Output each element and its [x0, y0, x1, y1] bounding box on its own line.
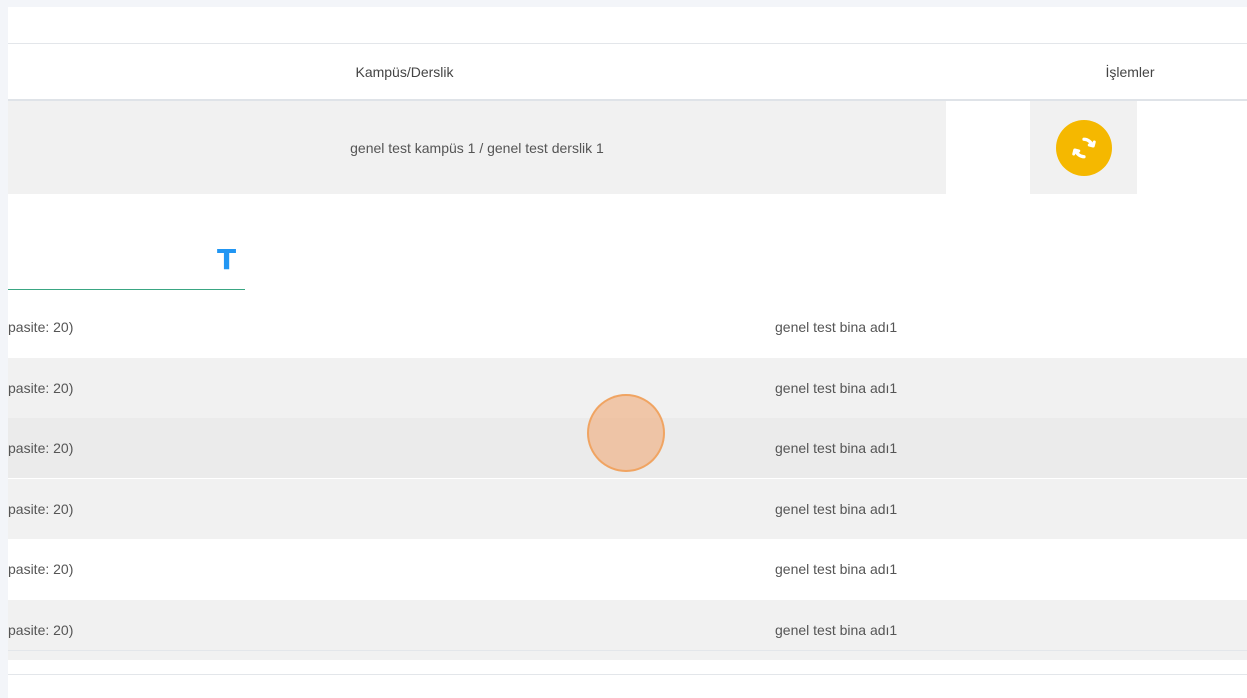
search-input[interactable] [8, 239, 212, 289]
column-header-islemler: İşlemler [1105, 63, 1155, 80]
list-item[interactable]: pasite: 20) genel test bina adı1 [8, 297, 1247, 357]
sync-button[interactable] [1055, 119, 1112, 176]
building-name-cell: genel test bina adı1 [775, 440, 898, 456]
capacity-cell: pasite: 20) [8, 379, 74, 396]
building-name-cell: genel test bina adı1 [775, 319, 898, 335]
table-row-actions [1030, 101, 1137, 194]
capacity-cell: pasite: 20) [8, 500, 74, 517]
column-header-kampus-derslik[interactable]: Kampüs/Derslik [8, 44, 801, 99]
capacity-cell: pasite: 20) [8, 440, 74, 456]
building-name-cell: genel test bina adı1 [775, 379, 898, 396]
search-field: T [8, 239, 245, 290]
list-item[interactable]: pasite: 20) genel test bina adı1 [8, 357, 1247, 418]
list-item[interactable]: pasite: 20) genel test bina adı1 [8, 478, 1247, 539]
footer-divider-2 [8, 674, 1247, 675]
main-panel: Kampüs/Derslik İşlemler genel test kampü… [8, 7, 1247, 698]
footer-divider [8, 650, 1247, 651]
building-name-cell: genel test bina adı1 [775, 561, 898, 577]
list-item[interactable]: pasite: 20) genel test bina adı1 [8, 418, 1247, 478]
sync-icon [1071, 137, 1096, 158]
list-item[interactable]: pasite: 20) genel test bina adı1 [8, 539, 1247, 599]
building-name-cell: genel test bina adı1 [775, 500, 898, 517]
table-row-kampus-derslik: genel test kampüs 1 / genel test derslik… [8, 101, 946, 194]
capacity-cell: pasite: 20) [8, 561, 74, 577]
capacity-cell: pasite: 20) [8, 319, 74, 335]
filter-t-icon[interactable]: T [217, 243, 236, 276]
